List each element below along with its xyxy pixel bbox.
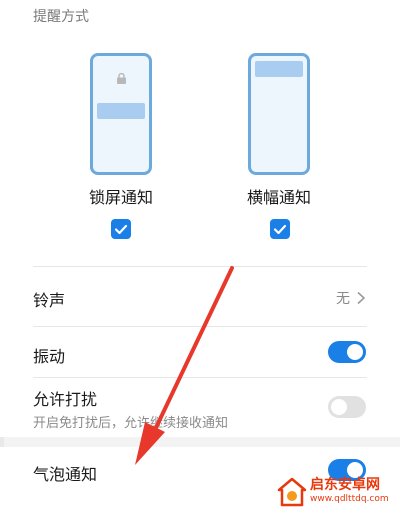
watermark-logo-icon — [277, 477, 307, 507]
watermark: 启东安卓网 www.qdlttdq.com — [270, 474, 400, 515]
watermark-name: 启东安卓网 — [310, 477, 380, 493]
watermark-url: www.qdlttdq.com — [310, 494, 389, 504]
annotation-arrow — [135, 266, 234, 465]
